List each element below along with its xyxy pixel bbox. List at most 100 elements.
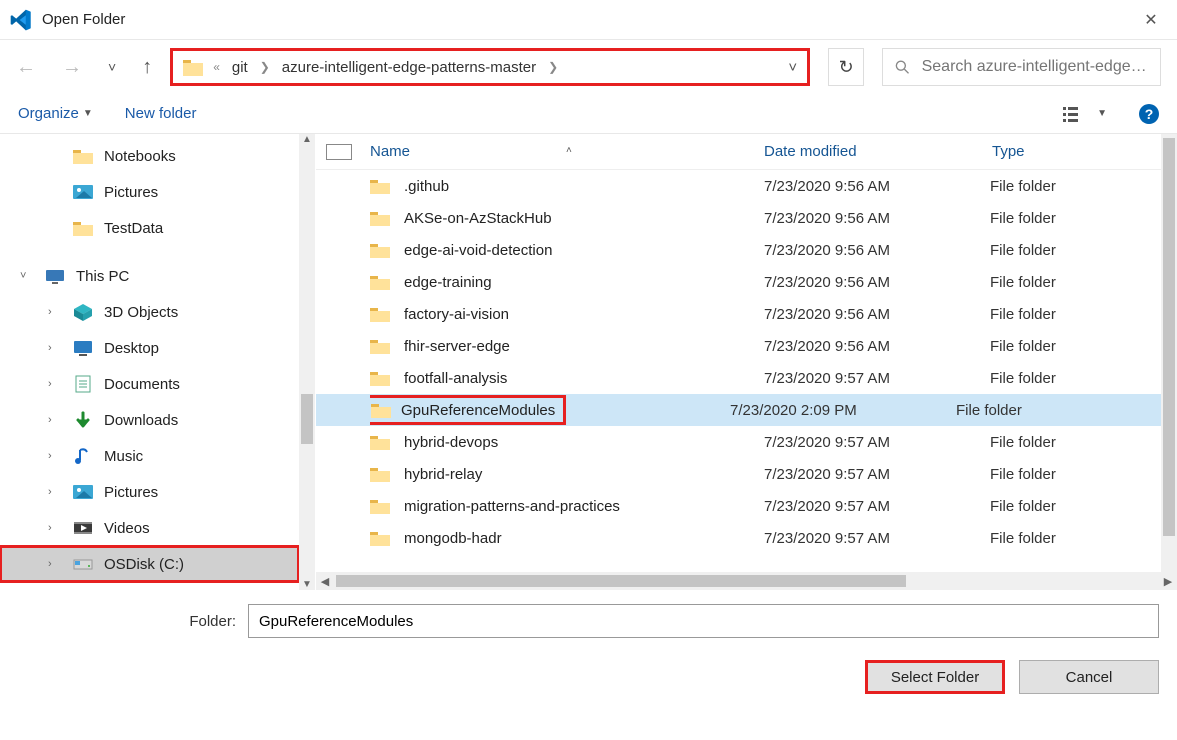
desktop-icon (72, 338, 94, 358)
file-row[interactable]: edge-ai-void-detection7/23/2020 9:56 AMF… (316, 234, 1177, 266)
folder-icon (370, 337, 390, 355)
view-options-button[interactable]: ▼ (1063, 105, 1107, 123)
file-date: 7/23/2020 9:57 AM (764, 498, 990, 515)
tree-item-label: Videos (104, 520, 150, 537)
music-icon (72, 446, 94, 466)
file-row[interactable]: fhir-server-edge7/23/2020 9:56 AMFile fo… (316, 330, 1177, 362)
tree-item-testdata[interactable]: TestData (0, 210, 299, 246)
expand-icon[interactable]: › (48, 450, 62, 462)
file-type: File folder (990, 370, 1177, 387)
file-row[interactable]: AKSe-on-AzStackHub7/23/2020 9:56 AMFile … (316, 202, 1177, 234)
cancel-button[interactable]: Cancel (1019, 660, 1159, 694)
tree-item-label: TestData (104, 220, 163, 237)
file-name: hybrid-relay (404, 466, 764, 483)
tree-item-music[interactable]: ›Music (0, 438, 299, 474)
scroll-right-icon[interactable]: ▶ (1159, 575, 1177, 588)
expand-icon[interactable]: › (48, 558, 62, 570)
tree-item-label: Downloads (104, 412, 178, 429)
select-folder-button[interactable]: Select Folder (865, 660, 1005, 694)
chevron-right-icon[interactable]: ❯ (260, 60, 270, 74)
tree-item-pictures[interactable]: ›Pictures (0, 474, 299, 510)
title-bar: Open Folder ✕ (0, 0, 1177, 40)
file-date: 7/23/2020 9:57 AM (764, 370, 990, 387)
recent-locations-button[interactable]: ˅ (108, 60, 116, 74)
column-header-name[interactable]: Name ˄ (370, 143, 764, 160)
file-type: File folder (990, 338, 1177, 355)
file-type: File folder (990, 242, 1177, 259)
folder-icon (72, 146, 94, 166)
column-header-type[interactable]: Type (992, 143, 1177, 160)
expand-icon[interactable]: › (48, 342, 62, 354)
scrollbar-thumb[interactable] (1163, 138, 1175, 536)
file-row[interactable]: mongodb-hadr7/23/2020 9:57 AMFile folder (316, 522, 1177, 554)
file-row[interactable]: migration-patterns-and-practices7/23/202… (316, 490, 1177, 522)
vertical-scrollbar[interactable] (1161, 134, 1177, 572)
scrollbar-thumb[interactable] (301, 394, 313, 444)
search-box[interactable] (882, 48, 1161, 86)
pc-icon (44, 266, 66, 286)
file-row[interactable]: edge-training7/23/2020 9:56 AMFile folde… (316, 266, 1177, 298)
help-button[interactable]: ? (1139, 104, 1159, 124)
close-button[interactable]: ✕ (1135, 10, 1167, 30)
file-date: 7/23/2020 9:56 AM (764, 338, 990, 355)
search-input[interactable] (920, 57, 1148, 77)
tree-item-videos[interactable]: › Videos (0, 510, 299, 546)
select-all-checkbox[interactable] (326, 144, 352, 160)
folder-icon (370, 177, 390, 195)
expand-icon[interactable]: › (48, 486, 62, 498)
folder-icon (183, 58, 203, 76)
file-name: AKSe-on-AzStackHub (404, 210, 764, 227)
expand-icon[interactable]: › (48, 378, 62, 390)
breadcrumb-item[interactable]: azure-intelligent-edge-patterns-master (280, 57, 538, 78)
file-row[interactable]: hybrid-devops7/23/2020 9:57 AMFile folde… (316, 426, 1177, 458)
tree-scrollbar[interactable]: ▲ ▼ (299, 134, 315, 590)
back-button[interactable]: ← (16, 57, 36, 77)
address-bar[interactable]: « git ❯ azure-intelligent-edge-patterns-… (170, 48, 810, 86)
expand-icon[interactable]: › (48, 306, 62, 318)
scrollbar-thumb[interactable] (336, 575, 906, 587)
tree-item-this-pc[interactable]: ˅This PC (0, 258, 299, 294)
up-button[interactable]: ↑ (142, 57, 152, 77)
folder-icon (370, 305, 390, 323)
file-date: 7/23/2020 9:56 AM (764, 306, 990, 323)
file-name: migration-patterns-and-practices (404, 498, 764, 515)
file-row[interactable]: hybrid-relay7/23/2020 9:57 AMFile folder (316, 458, 1177, 490)
tree-item-3d-objects[interactable]: ›3D Objects (0, 294, 299, 330)
file-row[interactable]: footfall-analysis7/23/2020 9:57 AMFile f… (316, 362, 1177, 394)
file-name: fhir-server-edge (404, 338, 764, 355)
folder-name-input[interactable] (248, 604, 1159, 638)
chevron-right-icon[interactable]: ❯ (548, 60, 558, 74)
tree-item-label: Notebooks (104, 148, 176, 165)
tree-item-desktop[interactable]: › Desktop (0, 330, 299, 366)
refresh-button[interactable]: ↻ (828, 48, 864, 86)
address-history-button[interactable]: ˅ (788, 59, 797, 76)
horizontal-scrollbar[interactable]: ◀ ▶ (316, 572, 1177, 590)
folder-icon (72, 218, 94, 238)
organize-menu[interactable]: Organize ▼ (18, 105, 93, 122)
file-date: 7/23/2020 9:57 AM (764, 434, 990, 451)
new-folder-button[interactable]: New folder (125, 105, 197, 122)
tree-item-osdisk-c-[interactable]: ›OSDisk (C:) (0, 546, 299, 582)
tree-item-downloads[interactable]: › Downloads (0, 402, 299, 438)
forward-button[interactable]: → (62, 57, 82, 77)
videos-icon (72, 518, 94, 538)
column-header-date[interactable]: Date modified (764, 143, 992, 160)
tree-item-pictures[interactable]: Pictures (0, 174, 299, 210)
file-date: 7/23/2020 9:56 AM (764, 178, 990, 195)
scroll-left-icon[interactable]: ◀ (316, 575, 334, 588)
folder-icon (370, 529, 390, 547)
file-row[interactable]: .github7/23/2020 9:56 AMFile folder (316, 170, 1177, 202)
tree-item-label: Desktop (104, 340, 159, 357)
file-type: File folder (990, 306, 1177, 323)
file-row[interactable]: factory-ai-vision7/23/2020 9:56 AMFile f… (316, 298, 1177, 330)
expand-icon[interactable]: › (48, 414, 62, 426)
tree-item-notebooks[interactable]: Notebooks (0, 138, 299, 174)
folder-icon (370, 209, 390, 227)
file-date: 7/23/2020 2:09 PM (730, 402, 956, 419)
expand-icon[interactable]: › (48, 522, 62, 534)
file-row[interactable]: GpuReferenceModules7/23/2020 2:09 PMFile… (316, 394, 1177, 426)
tree-item-documents[interactable]: ›Documents (0, 366, 299, 402)
file-date: 7/23/2020 9:56 AM (764, 210, 990, 227)
expand-icon[interactable]: ˅ (20, 270, 34, 282)
breadcrumb-item[interactable]: git (230, 57, 250, 78)
